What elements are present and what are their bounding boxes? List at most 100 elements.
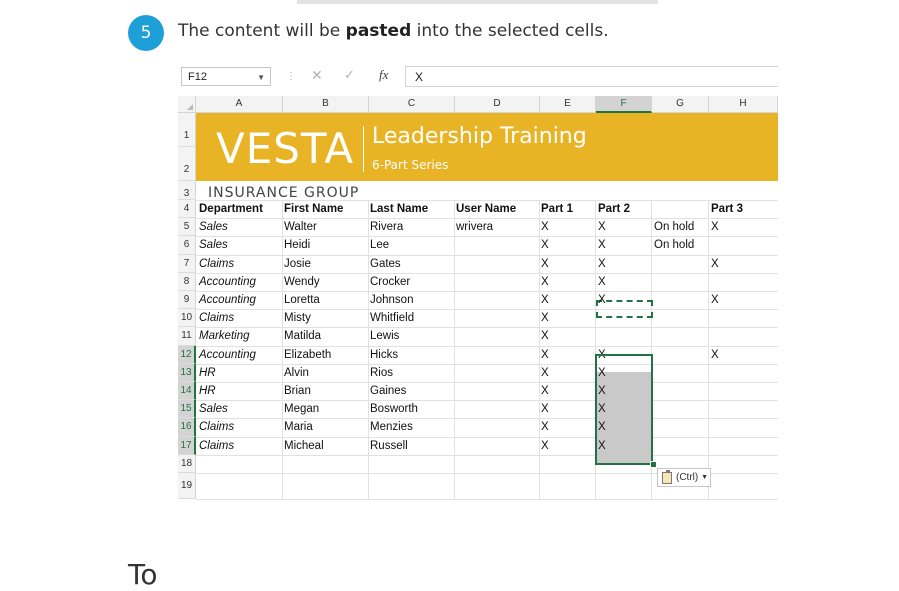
table-cell[interactable]: Maria — [284, 418, 313, 436]
column-label-cell[interactable]: Part 3 — [711, 200, 743, 218]
table-cell[interactable]: X — [541, 291, 549, 309]
table-cell[interactable]: On hold — [654, 236, 694, 254]
table-cell[interactable]: Gates — [370, 255, 401, 273]
table-cell[interactable]: Claims — [199, 255, 234, 273]
table-cell[interactable]: Accounting — [199, 346, 256, 364]
table-cell[interactable]: Accounting — [199, 273, 256, 291]
table-cell[interactable]: Misty — [284, 309, 311, 327]
row-header-12[interactable]: 12 — [178, 345, 196, 364]
row-header-15[interactable]: 15 — [178, 400, 196, 419]
table-cell[interactable]: X — [541, 309, 549, 327]
column-header-a[interactable]: A — [196, 96, 283, 113]
name-box[interactable]: F12 ▼ — [181, 67, 271, 86]
table-cell[interactable]: Claims — [199, 437, 234, 455]
table-cell[interactable]: X — [541, 236, 549, 254]
enter-check-icon[interactable]: ✓ — [344, 67, 355, 83]
table-cell[interactable]: X — [541, 255, 549, 273]
column-label-cell[interactable]: Last Name — [370, 200, 428, 218]
row-header-19[interactable]: 19 — [178, 473, 196, 499]
column-label-cell[interactable]: Part 1 — [541, 200, 573, 218]
table-cell[interactable]: Rios — [370, 364, 393, 382]
row-header-11[interactable]: 11 — [178, 327, 196, 346]
paste-options-button[interactable]: (Ctrl) ▼ — [657, 468, 711, 487]
row-header-8[interactable]: 8 — [178, 272, 196, 291]
table-cell[interactable]: X — [541, 346, 549, 364]
table-cell[interactable]: Claims — [199, 309, 234, 327]
row-header-6[interactable]: 6 — [178, 236, 196, 255]
table-cell[interactable]: X — [711, 255, 719, 273]
select-all-corner[interactable] — [178, 96, 196, 113]
column-header-c[interactable]: C — [369, 96, 455, 113]
table-cell[interactable]: Elizabeth — [284, 346, 331, 364]
chevron-down-icon[interactable]: ▼ — [257, 68, 265, 87]
table-cell[interactable]: Marketing — [199, 327, 250, 345]
table-cell[interactable]: X — [541, 273, 549, 291]
table-cell[interactable]: X — [598, 291, 606, 309]
table-cell[interactable]: Lewis — [370, 327, 399, 345]
table-cell[interactable]: X — [598, 218, 606, 236]
table-cell[interactable]: Johnson — [370, 291, 413, 309]
cancel-icon[interactable]: ✕ — [311, 67, 323, 84]
table-cell[interactable]: wrivera — [456, 218, 493, 236]
table-cell[interactable]: Russell — [370, 437, 408, 455]
row-header-16[interactable]: 16 — [178, 418, 196, 437]
table-cell[interactable]: On hold — [654, 218, 694, 236]
table-cell[interactable]: Micheal — [284, 437, 324, 455]
column-label-cell[interactable]: Part 2 — [598, 200, 630, 218]
table-cell[interactable]: Sales — [199, 236, 228, 254]
table-cell[interactable]: Rivera — [370, 218, 403, 236]
row-header-4[interactable]: 4 — [178, 200, 196, 219]
table-cell[interactable]: Alvin — [284, 364, 309, 382]
row-header-13[interactable]: 13 — [178, 363, 196, 382]
table-cell[interactable]: Bosworth — [370, 400, 418, 418]
formula-input[interactable]: X — [405, 66, 778, 87]
column-label-cell[interactable]: First Name — [284, 200, 343, 218]
table-cell[interactable]: X — [711, 218, 719, 236]
table-cell[interactable]: Accounting — [199, 291, 256, 309]
row-header-2[interactable]: 2 — [178, 147, 196, 181]
row-header-9[interactable]: 9 — [178, 291, 196, 310]
row-header-3[interactable]: 3 — [178, 181, 196, 200]
table-cell[interactable]: Gaines — [370, 382, 406, 400]
column-header-e[interactable]: E — [540, 96, 596, 113]
row-header-18[interactable]: 18 — [178, 454, 196, 473]
table-cell[interactable]: X — [541, 382, 549, 400]
table-cell[interactable]: X — [541, 418, 549, 436]
table-cell[interactable]: HR — [199, 382, 216, 400]
table-cell[interactable]: X — [598, 273, 606, 291]
row-header-10[interactable]: 10 — [178, 309, 196, 328]
table-cell[interactable]: Loretta — [284, 291, 320, 309]
table-cell[interactable]: Matilda — [284, 327, 321, 345]
column-header-b[interactable]: B — [283, 96, 369, 113]
table-cell[interactable]: Sales — [199, 218, 228, 236]
table-cell[interactable]: Crocker — [370, 273, 410, 291]
table-cell[interactable]: Menzies — [370, 418, 413, 436]
table-cell[interactable]: Heidi — [284, 236, 310, 254]
selected-range-border[interactable] — [595, 354, 653, 465]
insert-function-icon[interactable]: fx — [379, 67, 388, 83]
table-cell[interactable]: Lee — [370, 236, 389, 254]
column-header-f[interactable]: F — [596, 96, 652, 113]
table-cell[interactable]: X — [711, 346, 719, 364]
row-header-14[interactable]: 14 — [178, 382, 196, 401]
table-cell[interactable]: HR — [199, 364, 216, 382]
table-cell[interactable]: Wendy — [284, 273, 320, 291]
table-cell[interactable]: X — [711, 291, 719, 309]
table-cell[interactable]: X — [541, 400, 549, 418]
table-cell[interactable]: Whitfield — [370, 309, 414, 327]
table-cell[interactable]: Claims — [199, 418, 234, 436]
column-label-cell[interactable]: Department — [199, 200, 263, 218]
row-header-17[interactable]: 17 — [178, 436, 196, 455]
row-header-7[interactable]: 7 — [178, 254, 196, 273]
column-header-d[interactable]: D — [455, 96, 540, 113]
table-cell[interactable]: Megan — [284, 400, 319, 418]
table-cell[interactable]: X — [598, 236, 606, 254]
table-cell[interactable]: X — [541, 364, 549, 382]
table-cell[interactable]: Josie — [284, 255, 311, 273]
column-label-cell[interactable]: User Name — [456, 200, 516, 218]
table-cell[interactable]: Hicks — [370, 346, 398, 364]
fill-handle[interactable] — [650, 461, 657, 468]
table-cell[interactable]: Brian — [284, 382, 311, 400]
table-cell[interactable]: X — [598, 255, 606, 273]
column-header-h[interactable]: H — [709, 96, 778, 113]
